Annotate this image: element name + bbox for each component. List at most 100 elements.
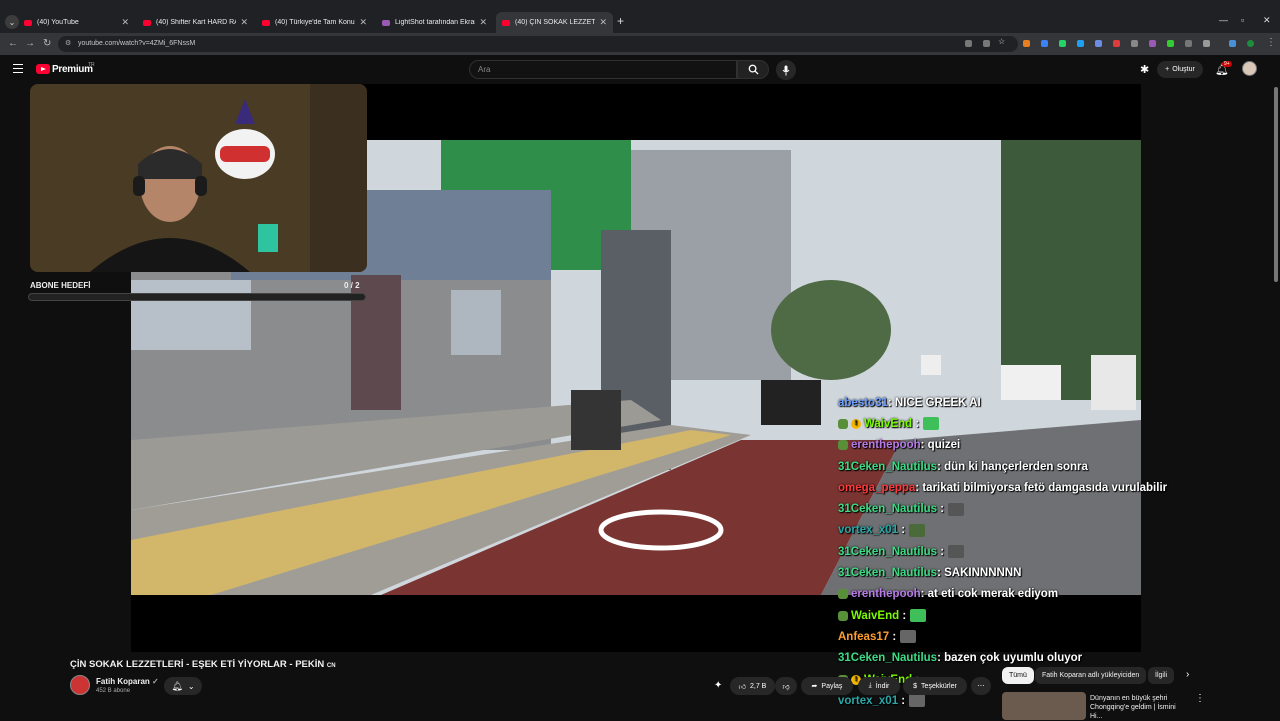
voice-search-button[interactable] [776, 60, 796, 80]
browser-tab[interactable]: LightShot tarafından Ekran Gör... ✕ [376, 12, 493, 33]
thanks-label: Teşekkürler [921, 682, 957, 690]
chat-message: 31Ceken_Nautilus: SAKINNNNNN [838, 562, 1178, 583]
chevron-right-icon[interactable]: › [1186, 669, 1189, 680]
extensions-puzzle-icon[interactable] [1203, 40, 1210, 47]
chat-message-text: : [899, 609, 907, 622]
browser-tab[interactable]: (40) Türkiye'de Tam Konumu B... ✕ [256, 12, 373, 33]
dislike-button[interactable]: 👎︎ [775, 677, 797, 695]
sub-badge-icon [838, 418, 848, 429]
extension-icon-5[interactable] [1095, 40, 1102, 47]
eye-off-icon[interactable] [983, 40, 990, 47]
channel-name[interactable]: Fatih Koparan ✓ [96, 677, 159, 686]
channel-avatar[interactable] [70, 675, 90, 695]
download-button[interactable]: ⤓ İndir [858, 677, 900, 695]
chip-related-label: İlgili [1155, 672, 1168, 679]
close-tab-icon[interactable]: ✕ [599, 17, 607, 28]
extension-icon-4[interactable] [1077, 40, 1084, 47]
chat-message-text: : tarikati bilmiyorsa fetö damgasıda vur… [915, 481, 1168, 494]
studio-icon[interactable]: ✱ [1140, 63, 1149, 76]
sub-badge-icon [838, 589, 848, 600]
more-horizontal-icon: ⋯ [977, 683, 985, 690]
browser-tab-title: (40) Türkiye'de Tam Konumu B... [275, 19, 355, 26]
extension-icon-7[interactable] [1131, 40, 1138, 47]
sparkle-icon[interactable]: ✦ [714, 680, 722, 691]
search-input[interactable]: Ara [469, 60, 737, 79]
chat-username: 31Ceken_Nautilus [838, 545, 938, 558]
chat-emote-icon [900, 630, 917, 644]
download-icon: ⤓ [868, 682, 872, 689]
profile-icon[interactable] [1247, 40, 1254, 47]
close-window-button[interactable]: ✕ [1263, 15, 1271, 26]
region-code: TR [88, 62, 95, 68]
menu-icon[interactable] [13, 64, 23, 73]
bell-icon: 🔔︎ [171, 680, 183, 691]
youtube-favicon-icon [143, 19, 151, 26]
page-scrollbar-thumb[interactable] [1274, 87, 1278, 282]
extension-icon-6[interactable] [1113, 40, 1120, 47]
chat-message-text: : [898, 524, 906, 537]
bookmark-star-icon[interactable]: ☆ [998, 37, 1005, 46]
extension-icon-9[interactable] [1167, 40, 1174, 47]
youtube-logo[interactable] [36, 64, 50, 74]
search-button[interactable] [737, 60, 769, 79]
minimize-button[interactable]: — [1219, 15, 1228, 25]
close-tab-icon[interactable]: ✕ [121, 17, 129, 28]
gift-badge-icon: ! [851, 418, 861, 429]
chip-from-uploader[interactable]: Fatih Koparan adlı yükleyiciden [1035, 667, 1147, 684]
streamer-webcam-image [30, 84, 367, 272]
recommendation-title[interactable]: Dünyanın en büyük şehri Chongqing'e geld… [1090, 694, 1190, 721]
browser-tab[interactable]: (40) YouTube ✕ [18, 12, 135, 33]
chat-username: 31Ceken_Nautilus [838, 460, 938, 473]
chat-message-text: : quizei [920, 439, 961, 452]
youtube-brand[interactable]: Premium [52, 64, 93, 75]
like-count: 2,7 B [749, 682, 767, 690]
back-icon[interactable]: ← [8, 38, 18, 49]
close-tab-icon[interactable]: ✕ [479, 17, 487, 28]
chevron-down-icon: ⌄ [187, 681, 195, 691]
recommendation-more-icon[interactable]: ⋮ [1195, 693, 1205, 704]
chat-message: erenthepooh: quizei [838, 435, 1178, 456]
sub-badge-icon [838, 440, 848, 451]
extension-icon-1[interactable] [1023, 40, 1030, 47]
subscription-bell-button[interactable]: 🔔︎ ⌄ [164, 677, 202, 695]
browser-menu-icon[interactable]: ⋮ [1266, 37, 1276, 48]
sub-badge-icon [838, 610, 848, 621]
chat-message-text: : bazen çok uyumlu oluyor [937, 652, 1083, 665]
thanks-button[interactable]: $ Teşekkürler [903, 677, 967, 695]
share-button[interactable]: ➦ Paylaş [801, 677, 853, 695]
recommendation-thumbnail[interactable] [1002, 692, 1086, 720]
chat-message-text: : at eti cok merak ediyom [920, 588, 1059, 601]
more-actions-button[interactable]: ⋯ [971, 677, 991, 695]
extension-icon-8[interactable] [1149, 40, 1156, 47]
chat-username: erenthepooh [851, 439, 921, 452]
chat-message: 31Ceken_Nautilus: dün ki hançerlerden so… [838, 456, 1178, 477]
chip-all[interactable]: Tümü [1002, 667, 1034, 684]
youtube-favicon-icon [262, 19, 270, 26]
tab-search-button[interactable]: ⌄ [5, 15, 19, 29]
close-tab-icon[interactable]: ✕ [359, 17, 367, 28]
forward-icon[interactable]: → [25, 38, 35, 49]
chat-emote-icon [948, 502, 965, 516]
extension-icon-2[interactable] [1041, 40, 1048, 47]
site-info-icon[interactable]: ⚙ [65, 36, 71, 52]
new-tab-button[interactable]: + [617, 14, 624, 28]
browser-tab[interactable]: (40) Shifter Kart HARD RACING ✕ [137, 12, 254, 33]
extension-icon-11[interactable] [1229, 40, 1236, 47]
youtube-masthead: Premium TR Ara ✱ + Oluştur 🔔︎ [0, 55, 1280, 84]
like-button[interactable]: 👍︎ 2,7 B [730, 677, 775, 695]
extension-icon-10[interactable] [1185, 40, 1192, 47]
extension-icon-3[interactable] [1059, 40, 1066, 47]
browser-tab-strip: ⌄ (40) YouTube✕(40) Shifter Kart HARD RA… [0, 0, 1280, 33]
chat-message: omega_peppa: tarikati bilmiyorsa fetö da… [838, 477, 1178, 498]
cast-icon[interactable] [965, 40, 972, 47]
account-avatar[interactable] [1242, 61, 1257, 76]
reload-icon[interactable]: ↻ [43, 38, 51, 49]
maximize-button[interactable]: ▫ [1241, 15, 1244, 25]
browser-tab[interactable]: (40) ÇİN SOKAK LEZZETLERİ - E...✕ [496, 12, 613, 33]
close-tab-icon[interactable]: ✕ [240, 17, 248, 28]
create-button[interactable]: + Oluştur [1157, 61, 1203, 78]
chip-related[interactable]: İlgili [1148, 667, 1175, 684]
address-bar[interactable]: ⚙ youtube.com/watch?v=4ZMi_6FNssM [58, 36, 1018, 52]
chat-message-text: : [937, 545, 945, 558]
chat-message: erenthepooh: at eti cok merak ediyom [838, 584, 1178, 605]
